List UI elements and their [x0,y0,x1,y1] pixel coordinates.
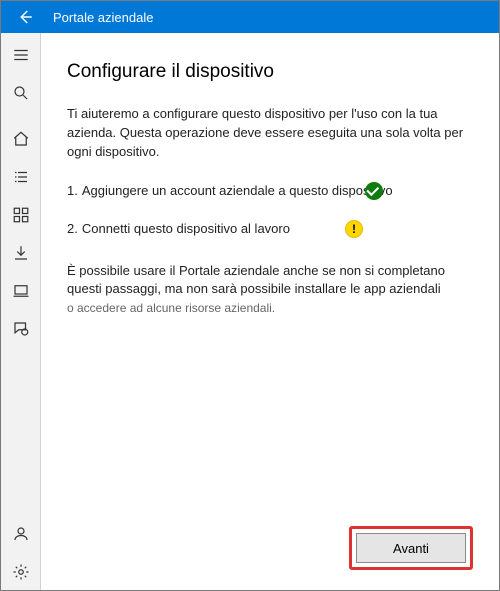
sidebar-search-button[interactable] [1,75,41,111]
sidebar [1,33,41,590]
back-button[interactable] [1,1,49,33]
home-icon [12,130,30,148]
download-icon [12,244,30,262]
list-icon [12,168,30,186]
chat-support-icon [12,320,30,338]
sidebar-support-button[interactable] [1,311,41,347]
warning-icon: ! [345,220,363,238]
app-title: Portale aziendale [49,10,499,25]
search-icon [12,84,30,102]
step-number: 1. [67,183,78,198]
page-heading: Configurare il dispositivo [67,61,473,83]
sidebar-settings-button[interactable] [1,554,41,590]
gear-icon [12,563,30,581]
apps-grid-icon [12,206,30,224]
next-button[interactable]: Avanti [356,533,466,563]
hamburger-icon [12,46,30,64]
sidebar-downloads-button[interactable] [1,235,41,271]
sidebar-menu-button[interactable] [1,37,41,73]
page-description: Ti aiuteremo a configurare questo dispos… [67,105,473,162]
back-arrow-icon [16,8,34,26]
body: Configurare il dispositivo Ti aiuteremo … [1,33,499,590]
app-window: Portale aziendale [0,0,500,591]
step-text: Connetti questo dispositivo al lavoro [82,221,290,236]
laptop-icon [12,282,30,300]
main-content: Configurare il dispositivo Ti aiuteremo … [41,33,499,590]
step-number: 2. [67,221,78,236]
sidebar-apps-button[interactable] [1,197,41,233]
setup-step-1: 1. Aggiungere un account aziendale a que… [67,182,473,200]
titlebar: Portale aziendale [1,1,499,33]
step-text: Aggiungere un account aziendale a questo… [82,183,393,198]
check-icon [365,182,383,200]
person-icon [12,525,30,543]
setup-step-2: 2. Connetti questo dispositivo al lavoro… [67,220,473,238]
sidebar-list-button[interactable] [1,159,41,195]
sidebar-devices-button[interactable] [1,273,41,309]
note-text: È possibile usare il Portale aziendale a… [67,262,473,318]
highlight-frame: Avanti [349,526,473,570]
note-sub-text: o accedere ad alcune risorse aziendali. [67,300,473,317]
sidebar-account-button[interactable] [1,516,41,552]
sidebar-home-button[interactable] [1,121,41,157]
note-main-text: È possibile usare il Portale aziendale a… [67,263,445,297]
footer: Avanti [67,526,473,570]
